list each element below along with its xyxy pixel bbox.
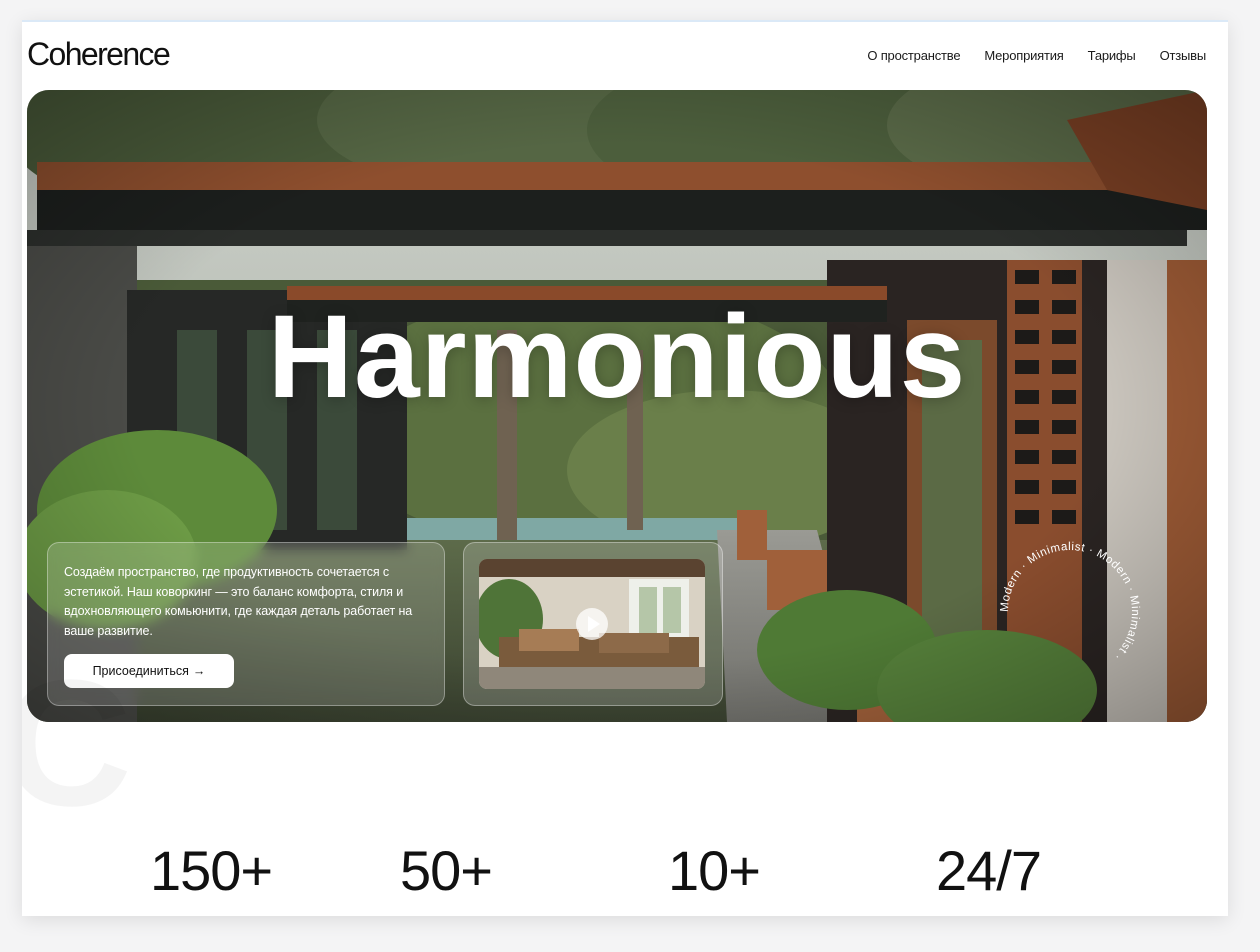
video-card xyxy=(463,542,723,706)
rotating-badge: Modern · Minimalist · Modern · Minimalis… xyxy=(999,541,1141,663)
play-icon xyxy=(587,616,600,632)
page: Coherence О пространстве Мероприятия Тар… xyxy=(22,20,1228,916)
nav-item-events[interactable]: Мероприятия xyxy=(984,48,1063,63)
top-border xyxy=(22,20,1228,22)
hero-section: Harmonious Создаём пространство, где про… xyxy=(27,90,1207,722)
logo[interactable]: Coherence xyxy=(27,36,171,73)
stat-value: 10+ xyxy=(668,839,761,902)
stat-value: 24/7 xyxy=(936,839,1042,902)
nav-item-about[interactable]: О пространстве xyxy=(867,48,960,63)
arrow-right-icon: → xyxy=(192,664,206,678)
stat-value: 150+ xyxy=(150,839,273,902)
main-nav: О пространстве Мероприятия Тарифы Отзывы xyxy=(867,48,1206,63)
intro-text: Создаём пространство, где продуктивность… xyxy=(64,565,413,638)
badge-text: Modern · Minimalist · Modern · Minimalis… xyxy=(999,541,1141,663)
nav-item-reviews[interactable]: Отзывы xyxy=(1160,48,1207,63)
hero-headline: Harmonious xyxy=(267,291,967,423)
stats-row: 150+ 50+ 10+ 24/7 xyxy=(22,838,1228,908)
video-thumbnail[interactable] xyxy=(479,559,705,689)
play-button[interactable] xyxy=(576,608,608,640)
nav-item-pricing[interactable]: Тарифы xyxy=(1088,48,1136,63)
stat-value: 50+ xyxy=(400,839,493,902)
background-decoration: C xyxy=(22,640,132,847)
svg-text:Modern · Minimalist · Modern ·: Modern · Minimalist · Modern · Minimalis… xyxy=(999,541,1141,663)
